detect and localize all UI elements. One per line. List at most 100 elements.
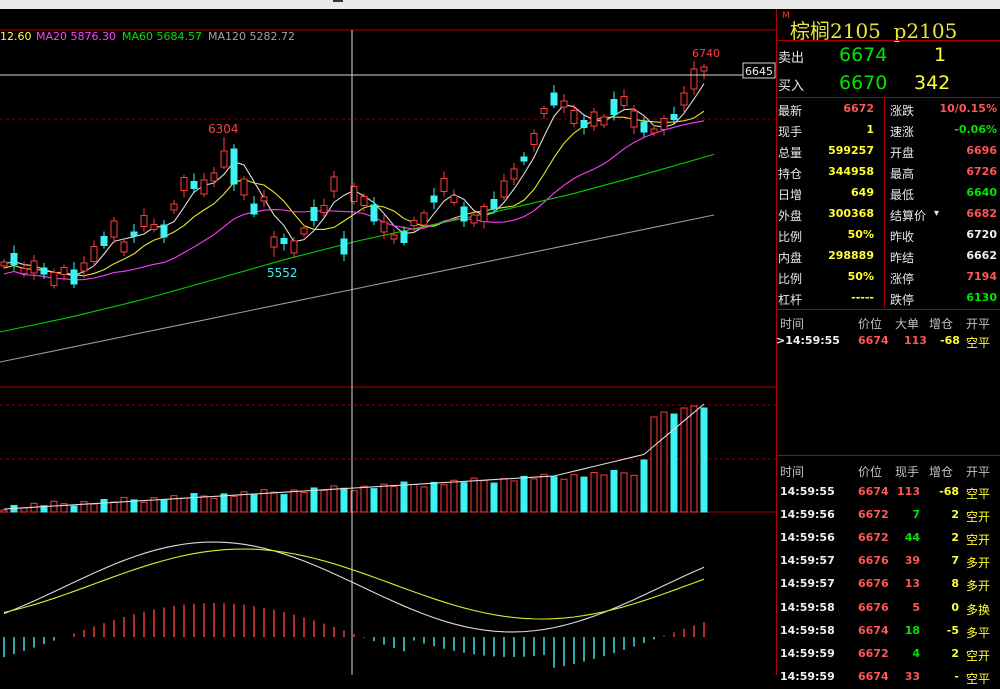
candle-body <box>70 269 78 285</box>
chart-grid <box>0 29 776 513</box>
volume-bar <box>120 496 128 513</box>
tick-price: 6676 <box>858 554 889 568</box>
candle-body <box>90 246 98 262</box>
volume-bar <box>700 407 708 513</box>
candlesticks <box>0 61 708 289</box>
volume-bar <box>420 486 428 513</box>
tick-price: 6676 <box>858 577 889 591</box>
volume-bar <box>360 485 368 513</box>
tick-row: 14:59:57 6676 13 8 多开 <box>776 573 1000 596</box>
tick-time: 14:59:55 <box>780 485 835 498</box>
candle-body <box>500 180 508 198</box>
volume-bar <box>140 501 148 513</box>
stat-value: 6720 <box>966 228 997 241</box>
stat-label: 内盘 <box>778 251 803 265</box>
candle-body <box>300 227 308 235</box>
candle-body <box>470 214 478 224</box>
candle-body <box>410 220 418 226</box>
candle-body <box>120 241 128 253</box>
swing-high-label: 6304 <box>208 122 239 136</box>
volume-bar <box>550 476 558 513</box>
volume-bar <box>460 482 468 513</box>
bid-price: 6670 <box>839 72 888 94</box>
candle-body <box>430 195 438 203</box>
instrument-marker: M <box>782 11 790 21</box>
candle-body <box>290 240 298 254</box>
tick-price: 6674 <box>858 623 889 637</box>
tick-volume: 39 <box>904 554 920 568</box>
tick-change: 2 <box>951 531 959 545</box>
candle-body <box>590 111 598 127</box>
stat-value: 344958 <box>828 165 874 178</box>
ma-legend-item: MA120 5282.72 <box>208 30 295 43</box>
order-volume: 113 <box>904 334 927 347</box>
volume-bar <box>530 478 538 513</box>
order-time: >14:59:55 <box>776 334 840 347</box>
volume-bar <box>230 495 238 513</box>
swing-low-label: 5552 <box>267 266 298 280</box>
ma-legend-item: 12.60 <box>0 30 32 43</box>
candle-body <box>220 150 228 168</box>
stat-value: -0.06% <box>954 123 997 136</box>
candle-body <box>420 212 428 226</box>
stat-label: 最高 <box>890 167 915 181</box>
tick-type: 多换 <box>966 602 991 617</box>
kline-chart[interactable]: 6304 5552 6740 6645 12.60 MA20 5876.30 MA60 5… <box>0 9 776 675</box>
volume-bar <box>520 475 528 513</box>
candle-body <box>690 68 698 90</box>
candle-body <box>170 203 178 211</box>
tick-row: 14:59:59 6674 33 - 空平 <box>776 666 1000 689</box>
candle-body <box>210 172 218 182</box>
tick-price: 6674 <box>858 485 889 498</box>
stats-row: 比例 50% 昨收 6720 <box>776 225 1000 246</box>
stat-label: 最低 <box>890 188 915 202</box>
tick-time: 14:59:59 <box>780 669 835 683</box>
stats-row: 现手 1 速涨 -0.06% <box>776 120 1000 141</box>
tick-type: 多开 <box>966 556 991 571</box>
window-top-strip <box>0 0 1000 9</box>
stats-row: 内盘 298889 昨结 6662 <box>776 246 1000 267</box>
tick-time: 14:59:58 <box>780 600 835 614</box>
macd-dif-line <box>3 541 705 633</box>
stat-value: 300368 <box>828 207 874 220</box>
volume-bar <box>180 497 188 513</box>
stats-row: 外盘 300368 结算价 ▾ 6682 <box>776 204 1000 225</box>
stat-label: 总量 <box>778 146 803 160</box>
candle-body <box>190 181 198 189</box>
volume-bar <box>210 497 218 513</box>
candle-body <box>400 231 408 243</box>
stat-label: 杠杆 <box>778 293 803 307</box>
candle-body <box>0 261 8 267</box>
stat-value: 649 <box>851 186 874 199</box>
candle-body <box>30 260 38 274</box>
candle-body <box>340 238 348 255</box>
dropdown-icon[interactable]: ▾ <box>934 208 939 219</box>
volume-bar <box>190 493 198 513</box>
stat-label: 昨结 <box>890 251 915 265</box>
stat-label: 外盘 <box>778 209 803 223</box>
big-order-header: 时间 价位 大单 增仓 开平 <box>780 317 991 331</box>
candle-body <box>180 177 188 191</box>
candle-body <box>270 236 278 248</box>
volume-bar <box>90 503 98 513</box>
volume-bar <box>640 459 648 513</box>
volume-bar <box>430 481 438 513</box>
volume-bar <box>0 509 8 513</box>
candle-body <box>460 206 468 222</box>
volume-bar <box>310 487 318 513</box>
tick-type: 多开 <box>966 579 991 594</box>
volume-bar <box>630 474 638 513</box>
tick-type: 空开 <box>966 648 991 663</box>
volume-bar <box>340 487 348 513</box>
tick-row: 14:59:57 6676 39 7 多开 <box>776 550 1000 573</box>
tick-change: 2 <box>951 646 959 660</box>
volume-bar <box>80 501 88 513</box>
tick-price: 6674 <box>858 669 889 683</box>
tick-row: 14:59:58 6674 18 -5 多平 <box>776 620 1000 643</box>
stat-label: 结算价 <box>890 209 927 223</box>
tick-price: 6672 <box>858 646 889 660</box>
candle-body <box>560 100 568 108</box>
tick-change: 0 <box>951 600 959 614</box>
tick-volume: 5 <box>912 600 920 614</box>
candle-body <box>440 178 448 192</box>
